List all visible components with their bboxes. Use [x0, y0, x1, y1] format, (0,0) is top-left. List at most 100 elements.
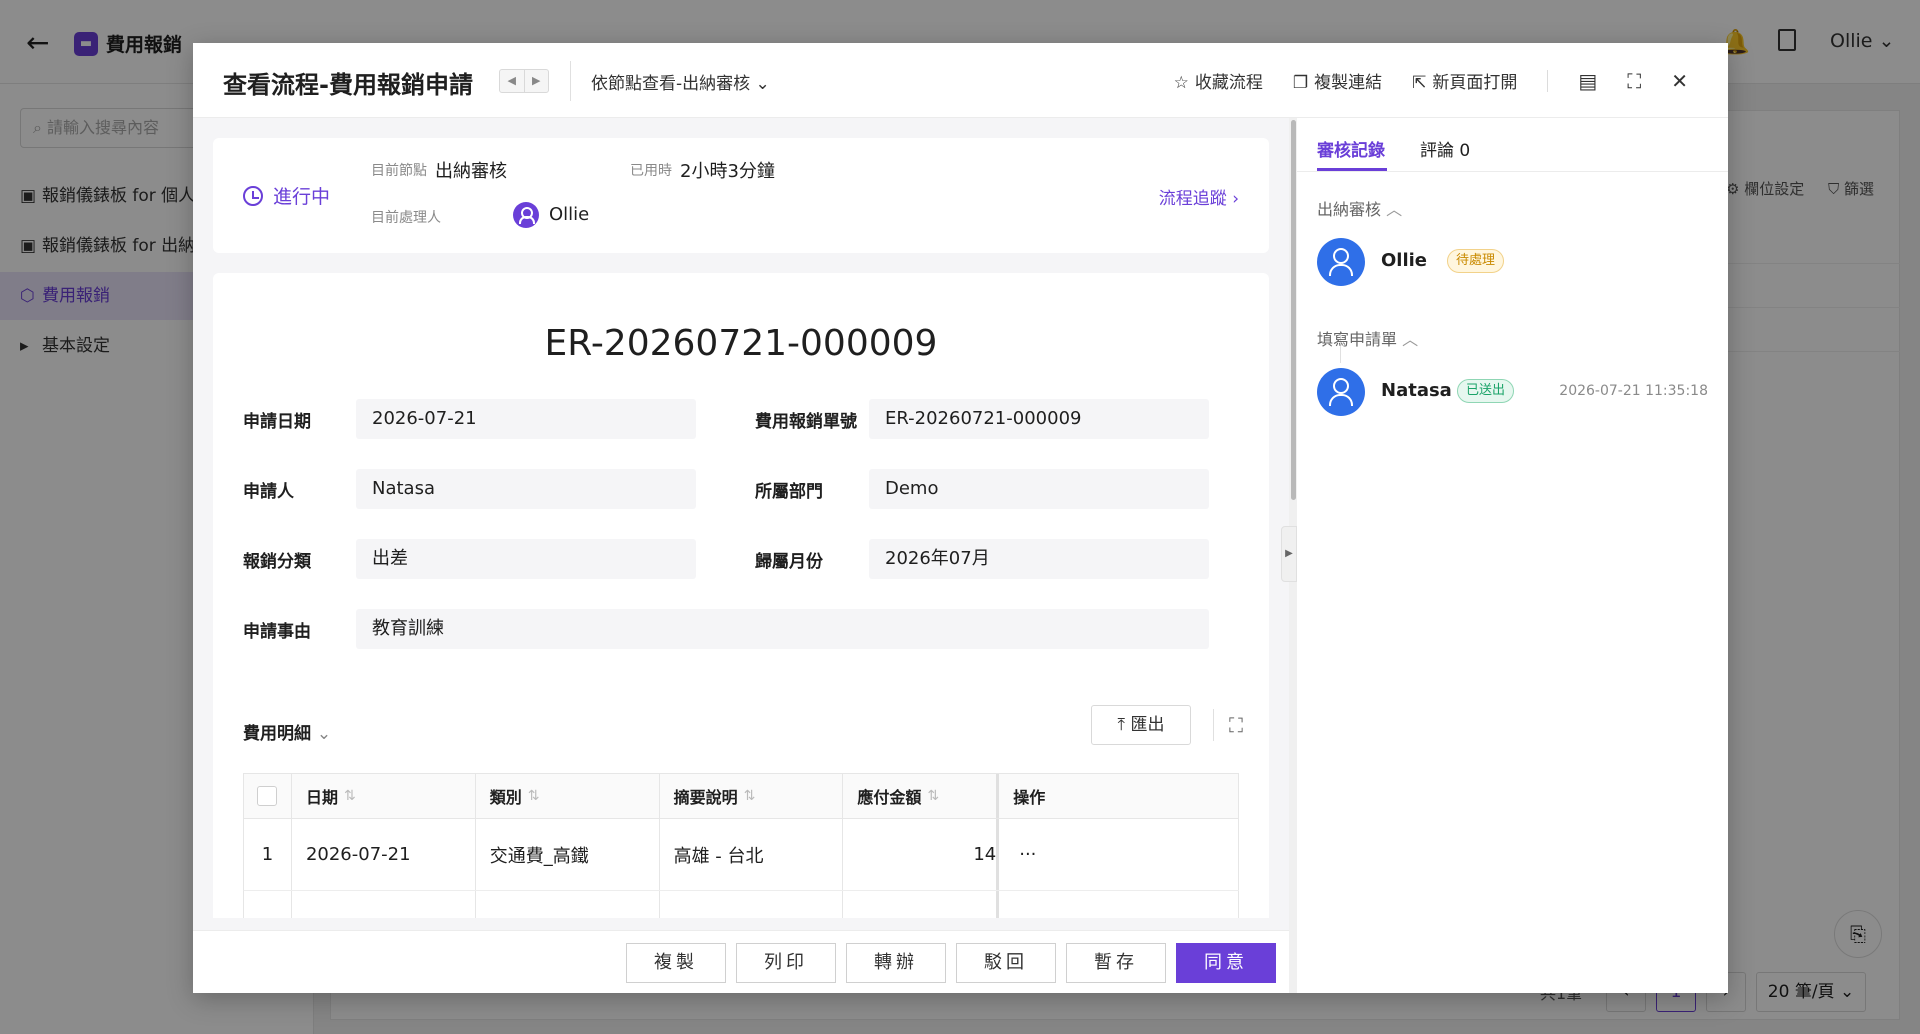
transfer-button[interactable]: 轉辦 — [846, 943, 946, 983]
table-header: 日期 ⇅ 類別 ⇅ 摘要說明 ⇅ 應付金額 ⇅ 操作 — [243, 773, 1239, 819]
handler-label: 目前處理人 — [371, 210, 441, 226]
collapse-panel-icon[interactable]: ▶ — [1281, 526, 1297, 582]
close-icon[interactable]: ✕ — [1671, 69, 1688, 93]
reviewer-name: Ollie — [1381, 250, 1428, 271]
flow-status: 進行中 — [243, 182, 330, 209]
reject-button[interactable]: 駁回 — [956, 943, 1056, 983]
section-fill-form[interactable]: 填寫申請單 ︿ — [1317, 326, 1418, 350]
applicant-label: 申請人 — [243, 482, 294, 502]
modal-header: 查看流程-費用報銷申請 ◀ ▶ 依節點查看-出納審核 ⌄ ☆ 收藏流程 ❐ 複製連結… — [193, 43, 1728, 118]
open-new-page-button[interactable]: ⇱ 新頁面打開 — [1412, 68, 1517, 93]
side-panel-icon[interactable]: ▤ — [1578, 69, 1597, 93]
divider — [1297, 171, 1728, 172]
document-number: ER-20260721-000009 — [544, 323, 938, 364]
save-draft-button[interactable]: 暫存 — [1066, 943, 1166, 983]
row-amount — [843, 891, 1000, 918]
table-row[interactable]: 1 2026-07-21 交通費_高鐵 高雄 - 台北 14 ··· — [243, 819, 1239, 891]
er-no-label: 費用報銷單號 — [755, 412, 857, 432]
reason-label: 申請事由 — [243, 622, 311, 642]
upload-icon: ⤒ — [1117, 715, 1126, 735]
expand-icon[interactable]: ⛶ — [1229, 713, 1243, 737]
category-field[interactable]: 出差 — [356, 539, 696, 579]
status-card: 進行中 目前節點 出納審核 已用時 2小時3分鐘 目前處理人 Ollie 流程追… — [213, 138, 1269, 253]
avatar — [513, 202, 539, 228]
row-desc: 高雄 - 台北 — [660, 819, 844, 890]
modal-footer: 複製 列印 轉辦 駁回 暫存 同意 — [193, 930, 1289, 993]
modal-actions: ☆ 收藏流程 ❐ 複製連結 ⇱ 新頁面打開 ▤ ⛶ ✕ — [1144, 43, 1728, 118]
chevron-up-icon: ︿ — [1386, 200, 1403, 219]
submitter-name: Natasa — [1381, 380, 1452, 401]
modal-title: 查看流程-費用報銷申請 — [223, 71, 473, 99]
row-desc: 台北車站 - 象山站 — [660, 891, 844, 918]
select-all-cell — [244, 774, 292, 818]
header-type[interactable]: 類別 ⇅ — [476, 774, 660, 818]
status-badge: 待處理 — [1447, 249, 1505, 273]
divider — [1547, 69, 1549, 92]
elapsed-label: 已用時 — [630, 163, 672, 179]
view-mode-dropdown[interactable]: 依節點查看-出納審核 ⌄ — [591, 69, 770, 94]
department-field[interactable]: Demo — [869, 469, 1209, 509]
expense-detail-toggle[interactable]: 費用明細 ⌄ — [243, 719, 331, 744]
avatar — [1317, 238, 1365, 286]
flow-modal: 查看流程-費用報銷申請 ◀ ▶ 依節點查看-出納審核 ⌄ ☆ 收藏流程 ❐ 複製連結… — [193, 43, 1728, 993]
favorite-button[interactable]: ☆ 收藏流程 — [1174, 68, 1263, 93]
tab-comments[interactable]: 評論 0 — [1420, 136, 1470, 161]
record-nav: ◀ ▶ — [499, 69, 549, 93]
apply-date-field[interactable]: 2026-07-21 — [356, 399, 696, 439]
fullscreen-icon[interactable]: ⛶ — [1627, 69, 1641, 93]
month-label: 歸屬月份 — [755, 552, 823, 572]
row-amount: 14 — [843, 819, 1000, 890]
header-desc[interactable]: 摘要說明 ⇅ — [660, 774, 844, 818]
row-date: 2026-07-21 — [292, 891, 476, 918]
copy-button[interactable]: 複製 — [626, 943, 726, 983]
select-all-checkbox[interactable] — [257, 786, 278, 806]
department-label: 所屬部門 — [755, 482, 823, 502]
content-scroll-thumb[interactable] — [1291, 120, 1296, 500]
row-type: 交通費_高鐵 — [476, 819, 660, 890]
status-badge: 已送出 — [1457, 379, 1515, 403]
row-date: 2026-07-21 — [292, 819, 476, 890]
row-more-icon[interactable]: ··· — [999, 819, 1239, 890]
applicant-field[interactable]: Natasa — [356, 469, 696, 509]
row-type: 交通費_捷運 — [476, 891, 660, 918]
tab-review-records[interactable]: 審核記錄 — [1317, 136, 1385, 161]
sort-icon[interactable]: ⇅ — [744, 788, 756, 804]
external-link-icon: ⇱ — [1412, 73, 1427, 93]
table-row[interactable]: 2 2026-07-21 交通費_捷運 台北車站 - 象山站 ··· — [243, 891, 1239, 918]
current-node-value: 出納審核 — [435, 161, 507, 182]
er-no-field[interactable]: ER-20260721-000009 — [869, 399, 1209, 439]
reason-field[interactable]: 教育訓練 — [356, 609, 1209, 649]
divider — [570, 61, 571, 101]
sort-icon[interactable]: ⇅ — [344, 788, 356, 804]
month-field[interactable]: 2026年07月 — [869, 539, 1209, 579]
header-op: 操作 — [999, 774, 1239, 818]
sort-icon[interactable]: ⇅ — [927, 788, 939, 804]
print-button[interactable]: 列印 — [736, 943, 836, 983]
current-node-label: 目前節點 — [371, 163, 427, 179]
category-label: 報銷分類 — [243, 552, 311, 572]
copy-link-button[interactable]: ❐ 複製連結 — [1293, 68, 1382, 93]
section-cashier-review[interactable]: 出納審核 ︿ — [1317, 196, 1402, 220]
row-number: 2 — [244, 891, 292, 918]
sort-icon[interactable]: ⇅ — [528, 788, 540, 804]
handler-value: Ollie — [549, 204, 590, 225]
star-icon: ☆ — [1173, 73, 1189, 93]
flow-trace-link[interactable]: 流程追蹤 › — [1159, 184, 1239, 209]
row-more-icon[interactable]: ··· — [999, 891, 1239, 918]
review-panel: 審核記錄 評論 0 出納審核 ︿ Ollie 待處理 填寫申請單 ︿ Natas… — [1297, 118, 1728, 993]
chevron-up-icon: ︿ — [1402, 330, 1419, 349]
header-amount[interactable]: 應付金額 ⇅ — [843, 774, 1000, 818]
header-date[interactable]: 日期 ⇅ — [292, 774, 476, 818]
row-number: 1 — [244, 819, 292, 890]
avatar — [1317, 368, 1365, 416]
approve-button[interactable]: 同意 — [1176, 943, 1276, 983]
clock-icon — [243, 186, 263, 206]
modal-content: 進行中 目前節點 出納審核 已用時 2小時3分鐘 目前處理人 Ollie 流程追… — [193, 118, 1289, 918]
apply-date-label: 申請日期 — [243, 412, 311, 432]
submit-time: 2026-07-21 11:35:18 — [1559, 383, 1708, 399]
prev-record-icon[interactable]: ◀ — [500, 70, 525, 92]
divider — [1213, 709, 1214, 741]
export-button[interactable]: ⤒ 匯出 — [1091, 705, 1191, 745]
copy-icon: ❐ — [1292, 73, 1309, 93]
next-record-icon[interactable]: ▶ — [525, 70, 549, 92]
